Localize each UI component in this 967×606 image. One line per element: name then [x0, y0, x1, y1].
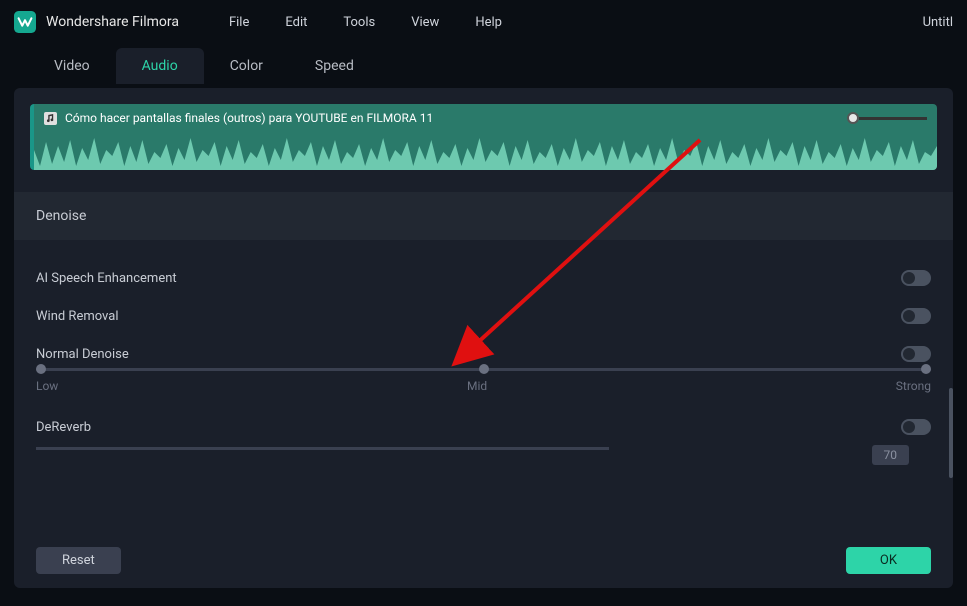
toggle-normal-denoise[interactable] — [901, 346, 931, 362]
clip-title: Cómo hacer pantallas finales (outros) pa… — [65, 111, 847, 125]
label-normal-denoise: Normal Denoise — [36, 347, 901, 362]
row-ai-speech: AI Speech Enhancement — [36, 270, 931, 286]
slider-label-low: Low — [36, 379, 58, 393]
slider-labels: Low Mid Strong — [36, 379, 931, 393]
audio-clip[interactable]: Cómo hacer pantallas finales (outros) pa… — [30, 104, 937, 170]
dereverb-slider[interactable] — [36, 447, 609, 450]
menu-view[interactable]: View — [411, 15, 439, 30]
menu-tools[interactable]: Tools — [343, 15, 375, 30]
toggle-knob — [903, 348, 915, 360]
label-wind-removal: Wind Removal — [36, 309, 901, 324]
panel-scroll[interactable]: Cómo hacer pantallas finales (outros) pa… — [14, 88, 953, 533]
slider-marker-low — [36, 364, 46, 374]
toggle-knob — [903, 310, 915, 322]
ok-button[interactable]: OK — [846, 547, 931, 574]
slider-track — [859, 117, 927, 120]
audio-panel: Cómo hacer pantallas finales (outros) pa… — [14, 88, 953, 588]
toggle-knob — [903, 272, 915, 284]
reset-button[interactable]: Reset — [36, 547, 121, 574]
slider-label-mid: Mid — [467, 379, 487, 393]
clip-header: Cómo hacer pantallas finales (outros) pa… — [34, 104, 937, 132]
label-ai-speech: AI Speech Enhancement — [36, 271, 901, 286]
menu-bar: File Edit Tools View Help — [229, 15, 502, 30]
menu-file[interactable]: File — [229, 15, 249, 30]
label-dereverb: DeReverb — [36, 420, 901, 435]
denoise-settings: AI Speech Enhancement Wind Removal Norma… — [14, 240, 953, 465]
slider-label-strong: Strong — [896, 379, 931, 393]
property-tabs: Video Audio Color Speed — [0, 44, 967, 88]
slider-track — [36, 368, 931, 371]
slider-marker-strong — [921, 364, 931, 374]
section-denoise-header[interactable]: Denoise — [14, 192, 953, 240]
clip-volume-slider[interactable] — [847, 112, 927, 124]
menu-help[interactable]: Help — [475, 15, 502, 30]
document-title: Untitl — [923, 15, 953, 30]
titlebar: Wondershare Filmora File Edit Tools View… — [0, 0, 967, 44]
tab-video[interactable]: Video — [28, 48, 116, 84]
row-dereverb: DeReverb — [36, 419, 931, 435]
normal-denoise-slider[interactable]: Low Mid Strong — [36, 368, 931, 393]
scrollbar[interactable] — [949, 388, 953, 478]
slider-handle[interactable] — [847, 112, 859, 124]
panel-footer: Reset OK — [14, 533, 953, 588]
app-logo-icon — [14, 11, 36, 33]
waveform — [34, 132, 937, 170]
tab-speed[interactable]: Speed — [289, 48, 380, 84]
slider-marker-mid — [479, 364, 489, 374]
menu-edit[interactable]: Edit — [285, 15, 307, 30]
toggle-dereverb[interactable] — [901, 419, 931, 435]
row-normal-denoise: Normal Denoise — [36, 346, 931, 362]
dereverb-value: 70 — [872, 445, 910, 465]
music-icon — [44, 112, 57, 125]
tab-color[interactable]: Color — [204, 48, 289, 84]
tab-audio[interactable]: Audio — [116, 48, 204, 84]
app-name: Wondershare Filmora — [46, 14, 179, 30]
toggle-wind-removal[interactable] — [901, 308, 931, 324]
toggle-knob — [903, 421, 915, 433]
row-wind-removal: Wind Removal — [36, 308, 931, 324]
toggle-ai-speech[interactable] — [901, 270, 931, 286]
